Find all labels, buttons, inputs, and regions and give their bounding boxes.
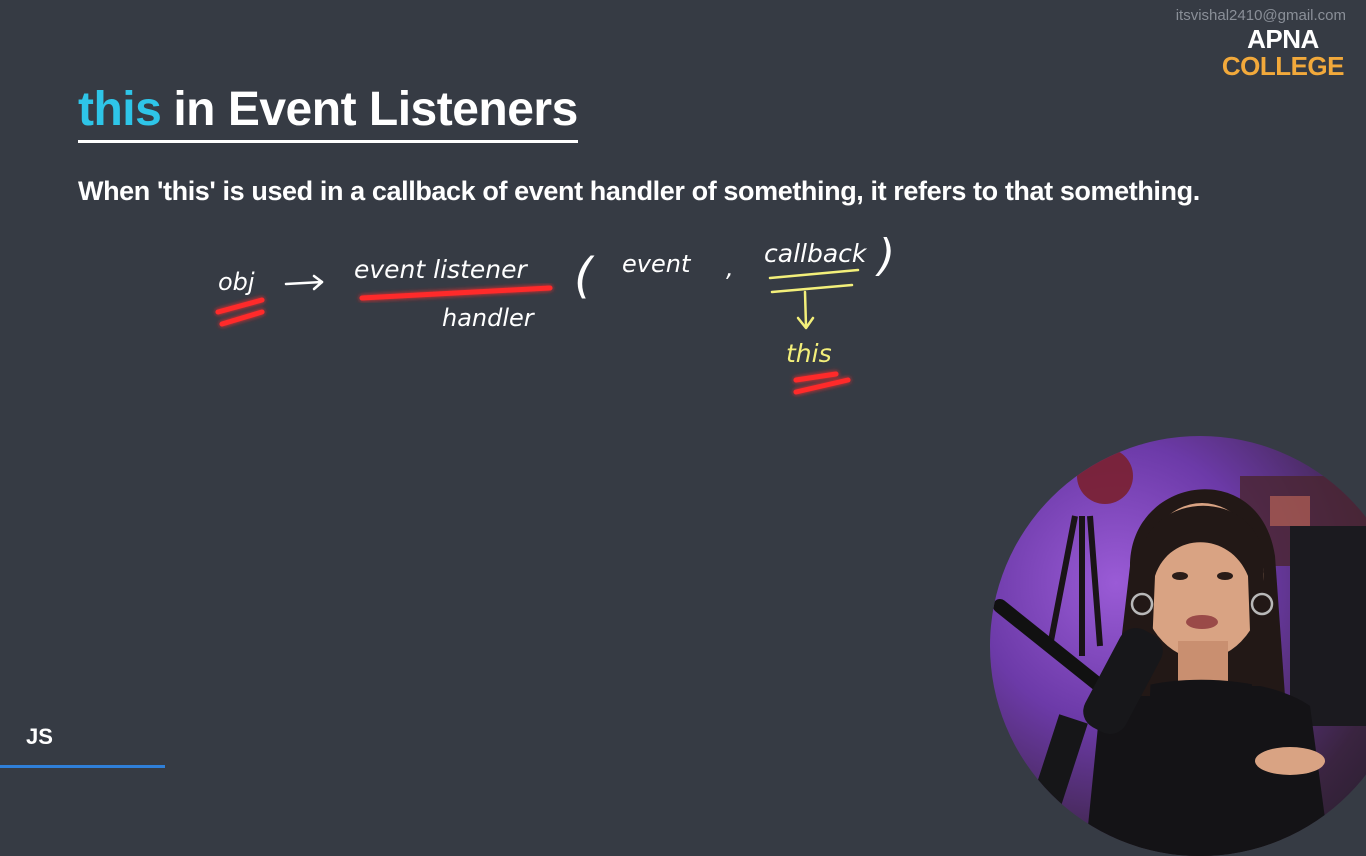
slide-title: this in Event Listeners (78, 84, 578, 143)
apna-college-logo: APNA COLLEGE (1221, 24, 1345, 81)
arrow-down-icon (796, 290, 815, 330)
title-rest: in Event Listeners (173, 83, 578, 136)
presenter-video-image (993, 448, 1366, 856)
diagram-close-paren: ) (875, 230, 895, 281)
arrow-right-icon (284, 274, 324, 291)
diagram-comma: , (726, 254, 734, 282)
diagram-open-paren: ( (574, 248, 595, 304)
diagram-this: this (786, 339, 832, 368)
callback-yellow-underline (768, 268, 860, 294)
footer-js-label: JS (26, 724, 53, 749)
diagram-handler: handler (442, 304, 536, 332)
event-listener-red-underline (359, 285, 553, 301)
presenter-webcam (990, 436, 1366, 856)
obj-red-underline (215, 297, 265, 327)
slide-subtitle: When 'this' is used in a callback of eve… (78, 176, 1200, 206)
email-watermark: itsvishal2410@gmail.com (1175, 7, 1346, 24)
diagram-event: event (622, 250, 692, 278)
diagram-callback: callback (764, 239, 868, 268)
diagram-event-listener: event listener (354, 255, 528, 284)
logo-apna: APNA (1247, 24, 1319, 54)
title-keyword: this (78, 83, 162, 136)
logo-college: COLLEGE (1221, 51, 1345, 81)
diagram-obj: obj (218, 268, 255, 296)
this-red-underline (793, 371, 851, 395)
